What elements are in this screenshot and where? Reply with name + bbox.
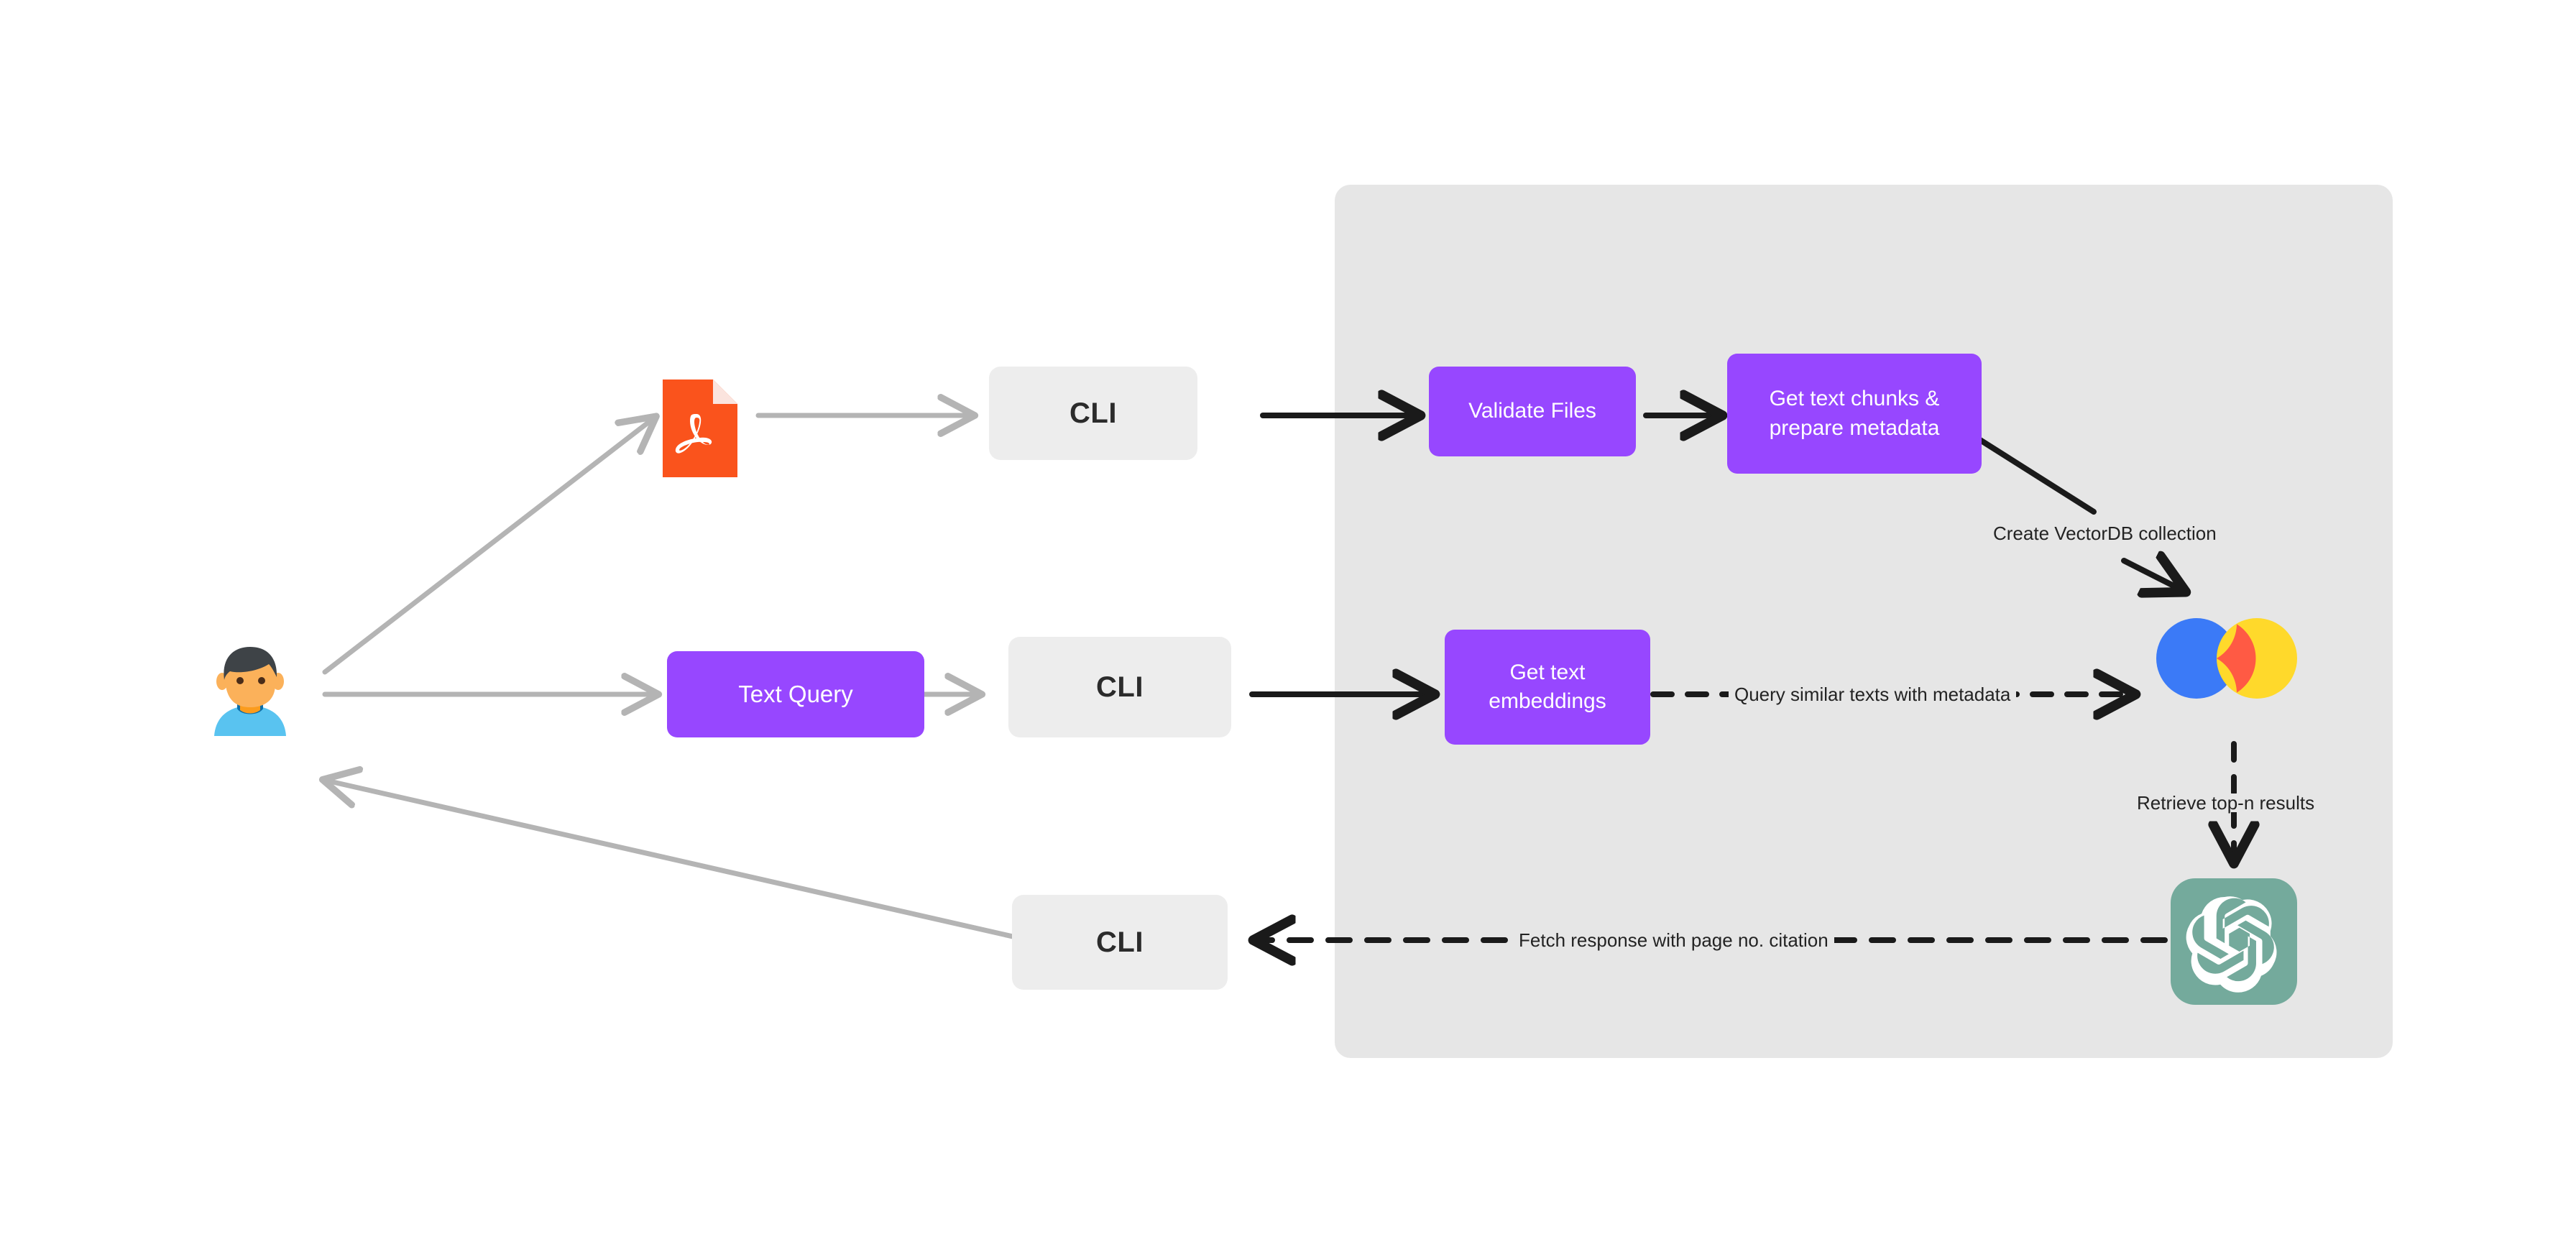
pdf-input[interactable]: [663, 380, 737, 481]
edge-label-fetch-response: Fetch response with page no. citation: [1513, 931, 1834, 949]
cli-middle-label: CLI: [1096, 671, 1144, 703]
edge-label-create-vectordb-collection: Create VectorDB collection: [1987, 524, 2222, 543]
edge-label-query-similar-texts: Query similar texts with metadata: [1729, 685, 2017, 704]
chroma-vectordb-logo: [2156, 618, 2297, 699]
step-validate-files-label: Validate Files: [1468, 399, 1596, 423]
step-validate-files[interactable]: Validate Files: [1429, 367, 1636, 456]
cli-bottom[interactable]: CLI: [1012, 895, 1228, 990]
text-query-label: Text Query: [738, 680, 853, 707]
text-query-input[interactable]: Text Query: [667, 651, 924, 737]
step-get-text-chunks[interactable]: Get text chunks & prepare metadata: [1727, 354, 1982, 474]
pdf-file-icon: [663, 380, 737, 477]
step-get-text-embeddings[interactable]: Get text embeddings: [1445, 630, 1650, 745]
vector-db-service[interactable]: [2156, 618, 2297, 702]
edge-user-to-pdf: [322, 417, 656, 675]
cli-top[interactable]: CLI: [989, 367, 1197, 460]
cli-top-label: CLI: [1070, 397, 1117, 429]
edge-label-retrieve-top-n: Retrieve top-n results: [2131, 794, 2321, 812]
llm-service[interactable]: [2171, 878, 2297, 1008]
openai-logo: [2171, 878, 2297, 1005]
step-get-text-chunks-label: Get text chunks & prepare metadata: [1769, 387, 1940, 440]
user-actor[interactable]: [208, 647, 292, 740]
cli-bottom-label: CLI: [1096, 926, 1144, 958]
edge-cli-bottom-to-user: [323, 780, 1022, 941]
cli-middle[interactable]: CLI: [1008, 637, 1231, 737]
diagram-canvas: Text Query CLI CLI CLI Validate Files Ge…: [0, 0, 2576, 1242]
user-avatar-icon: [214, 647, 286, 736]
step-get-text-embeddings-label: Get text embeddings: [1489, 660, 1606, 714]
